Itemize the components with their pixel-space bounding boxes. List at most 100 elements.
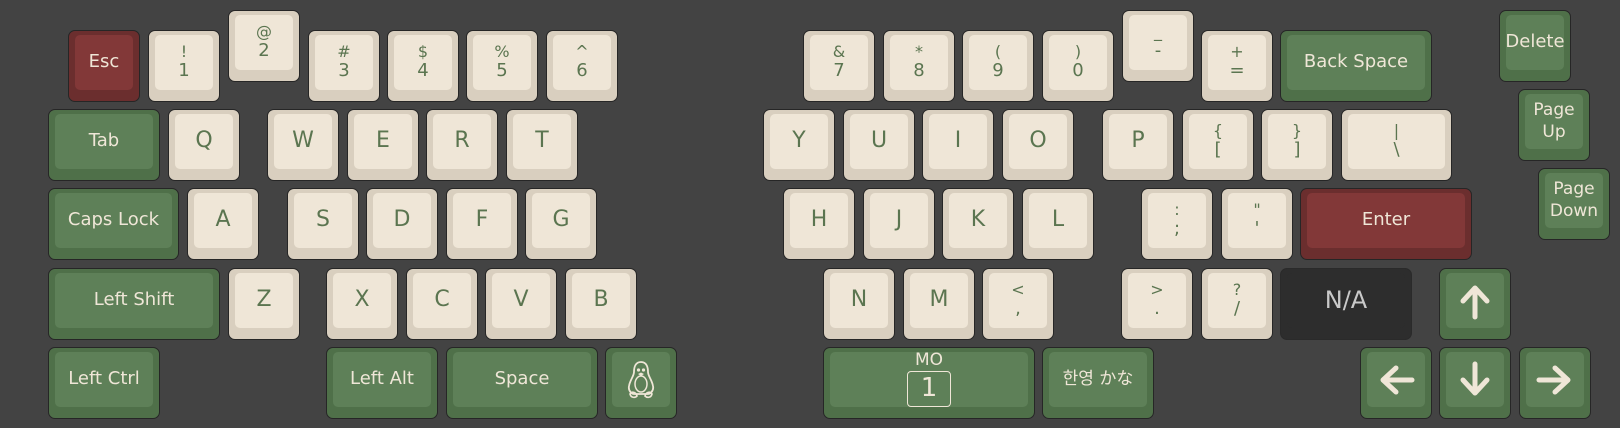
key-h: H [783, 188, 855, 260]
base-legend: / [1233, 298, 1241, 320]
layer-tag: MO [914, 350, 944, 370]
key-legend: J [895, 207, 903, 233]
keycap-top [1367, 352, 1425, 407]
key-langswitch: 한영 かな [1042, 347, 1154, 419]
key-legend: Tab [88, 130, 120, 152]
base-legend: 4 [417, 60, 429, 82]
keycap-top: K [949, 193, 1007, 248]
shift-legend: { [1212, 121, 1224, 141]
key-4: $4 [387, 30, 459, 102]
base-legend: 3 [338, 60, 350, 82]
key-legend: Back Space [1303, 51, 1409, 73]
key-legend: Enter [1361, 209, 1411, 231]
key-p: P [1102, 109, 1174, 181]
key-legend: T [535, 128, 549, 154]
keycap-top [1446, 352, 1504, 407]
key-legend: A [215, 207, 231, 233]
shift-legend: " [1253, 200, 1261, 220]
base-legend: ' [1254, 218, 1260, 240]
keycap-top: R [433, 114, 491, 169]
key-legend: R [454, 128, 470, 154]
key-legend: V [513, 287, 529, 313]
key-legend: Page Down [1549, 179, 1599, 221]
key-legend: Left Shift [93, 289, 175, 311]
keycap-top: Enter [1307, 193, 1465, 248]
base-legend: ; [1173, 218, 1181, 240]
shift-legend: ! [180, 42, 188, 62]
key-backspace: Back Space [1280, 30, 1432, 102]
shift-legend: ( [994, 42, 1002, 62]
base-legend: 5 [496, 60, 508, 82]
key-slash: ? / [1201, 268, 1273, 340]
key-legend: Caps Lock [67, 209, 160, 231]
keycap-top: F [453, 193, 511, 248]
key-a: A [187, 188, 259, 260]
base-legend: - [1154, 40, 1162, 62]
key-capslock: Caps Lock [48, 188, 179, 260]
keycap-top: N/A [1287, 273, 1405, 328]
key-l: L [1022, 188, 1094, 260]
base-legend: \ [1393, 139, 1400, 161]
shift-legend: & [832, 42, 846, 62]
key-left [1360, 347, 1432, 419]
key-esc: Esc [68, 30, 140, 102]
keycap-top: Page Up [1525, 94, 1583, 149]
key-q: Q [168, 109, 240, 181]
keycap-top: Back Space [1287, 35, 1425, 90]
key-equal: + = [1201, 30, 1273, 102]
keycap-top: @2 [235, 15, 293, 70]
key-legend: N/A [1324, 286, 1368, 315]
shift-legend: | [1393, 121, 1400, 141]
key-na: N/A [1280, 268, 1412, 340]
keycap-top: #3 [315, 35, 373, 90]
shift-legend: + [1230, 42, 1244, 62]
key-lbracket: {[ [1182, 109, 1254, 181]
keycap-top [612, 352, 670, 407]
key-lctrl: Left Ctrl [48, 347, 160, 419]
key-legend: Delete [1505, 31, 1565, 53]
key-legend: W [292, 128, 314, 154]
key-up [1439, 268, 1511, 340]
keycap-top: S [294, 193, 352, 248]
base-legend: 6 [576, 60, 588, 82]
keycap-top: $4 [394, 35, 452, 90]
key-6: ^ 6 [546, 30, 618, 102]
keycap-top: Tab [55, 114, 153, 169]
key-f: F [446, 188, 518, 260]
keycap-top: E [354, 114, 412, 169]
key-m: M [903, 268, 975, 340]
base-legend: = [1229, 60, 1245, 82]
key-pageup: Page Up [1518, 89, 1590, 161]
key-legend: O [1029, 128, 1047, 154]
key-7: & 7 [803, 30, 875, 102]
key-8: * 8 [883, 30, 955, 102]
key-gui [605, 347, 677, 419]
keycap-top: N [830, 273, 888, 328]
key-legend: Page Up [1533, 100, 1575, 142]
key-z: Z [228, 268, 300, 340]
arrow-left-icon [1380, 365, 1415, 394]
key-delete: Delete [1499, 10, 1571, 82]
keycap-top: (9 [969, 35, 1027, 90]
key-legend: S [316, 207, 330, 233]
key-o: O [1002, 109, 1074, 181]
keycap-top: Delete [1505, 15, 1565, 70]
key-2: @2 [228, 10, 300, 82]
key-comma: <, [982, 268, 1054, 340]
key-legend: N [850, 287, 868, 313]
base-legend: . [1154, 298, 1160, 320]
keycap-top: Page Down [1545, 173, 1603, 228]
keycap-top: Left Shift [55, 273, 213, 328]
key-1: ! 1 [148, 30, 220, 102]
key-tab: Tab [48, 109, 160, 181]
keycap-top: ? / [1208, 273, 1266, 328]
keycap-top: X [333, 273, 391, 328]
shift-legend: > [1150, 280, 1164, 300]
key-quote: " ' [1221, 188, 1293, 260]
key-r: R [426, 109, 498, 181]
base-legend: 2 [258, 40, 270, 62]
arrow-down-icon [1460, 361, 1490, 395]
key-mo1: MO 1 [823, 347, 1035, 419]
arrow-up-icon [1460, 285, 1490, 319]
key-3: #3 [308, 30, 380, 102]
